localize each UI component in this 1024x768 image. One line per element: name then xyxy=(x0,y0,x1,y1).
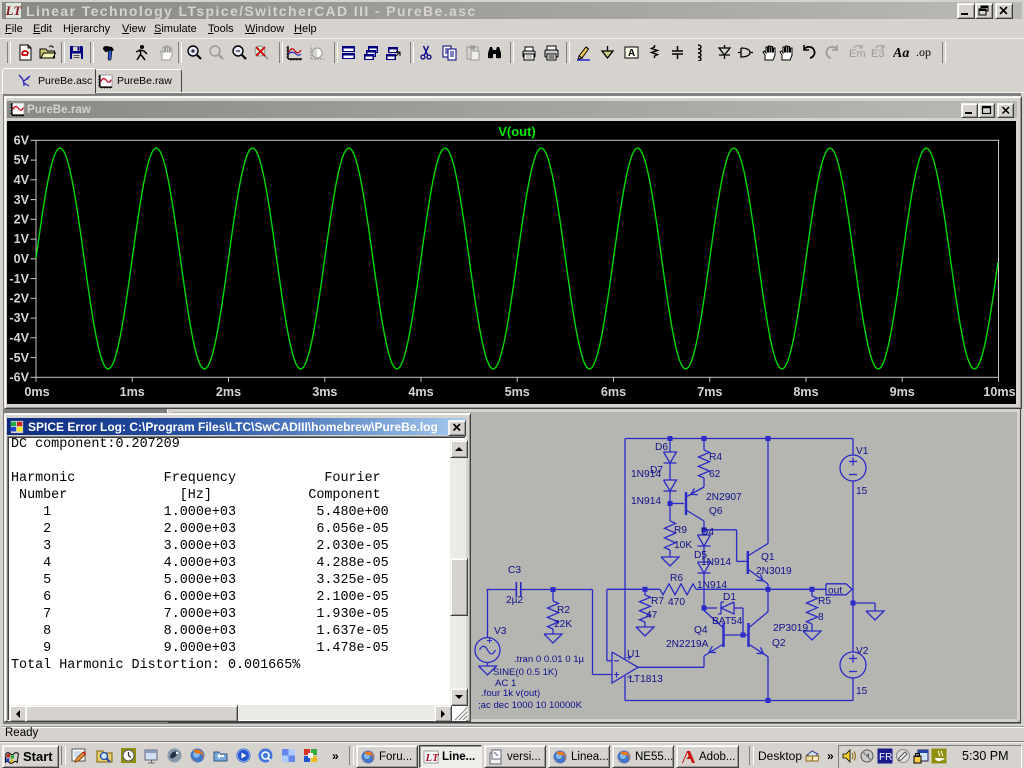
svg-text:R7: R7 xyxy=(651,596,664,607)
svg-text:SINE(0 0.5 1K): SINE(0 0.5 1K) xyxy=(493,667,558,678)
svg-text:-4V: -4V xyxy=(9,331,29,345)
svg-text:Q6: Q6 xyxy=(709,506,723,517)
svg-text:R5: R5 xyxy=(818,596,831,607)
svg-text:LT: LT xyxy=(425,752,440,764)
svg-text:10ms: 10ms xyxy=(983,385,1015,399)
svg-text:2ms: 2ms xyxy=(216,385,241,399)
svg-text:7ms: 7ms xyxy=(697,385,722,399)
svg-text:D4: D4 xyxy=(701,527,714,538)
svg-text:2µ2: 2µ2 xyxy=(506,595,524,606)
svg-text:1N914: 1N914 xyxy=(697,580,727,591)
svg-text:1N914: 1N914 xyxy=(631,496,661,507)
svg-text:4V: 4V xyxy=(14,173,30,187)
svg-text:V3: V3 xyxy=(494,626,507,637)
svg-text:R6: R6 xyxy=(670,573,683,584)
svg-text:Q4: Q4 xyxy=(694,625,708,636)
svg-text:6V: 6V xyxy=(14,134,30,148)
svg-text:5V: 5V xyxy=(14,153,30,167)
svg-text:D7: D7 xyxy=(650,465,663,476)
svg-text:.four 1k v(out): .four 1k v(out) xyxy=(481,688,540,699)
svg-text:6ms: 6ms xyxy=(601,385,626,399)
svg-text:2N3019: 2N3019 xyxy=(756,566,792,577)
svg-text:9ms: 9ms xyxy=(890,385,915,399)
svg-text:47: 47 xyxy=(646,610,658,621)
svg-text:-6V: -6V xyxy=(9,371,29,385)
svg-text:LT1813: LT1813 xyxy=(629,674,663,685)
svg-text:10K: 10K xyxy=(674,540,692,551)
svg-text:2V: 2V xyxy=(14,213,30,227)
svg-text:-2V: -2V xyxy=(9,292,29,306)
svg-text:2N2219A: 2N2219A xyxy=(666,639,709,650)
svg-text:62: 62 xyxy=(709,469,721,480)
svg-text:8: 8 xyxy=(818,612,824,623)
svg-text:D1: D1 xyxy=(723,592,736,603)
svg-text:3ms: 3ms xyxy=(312,385,337,399)
svg-text:Em: Em xyxy=(849,48,865,60)
svg-text:22K: 22K xyxy=(554,619,572,630)
svg-text:1V: 1V xyxy=(14,232,30,246)
svg-text:.op: .op xyxy=(916,45,931,59)
svg-text:0V: 0V xyxy=(14,252,30,266)
svg-text:V2: V2 xyxy=(856,646,869,657)
svg-text:D6: D6 xyxy=(655,442,668,453)
svg-text:-3V: -3V xyxy=(9,311,29,325)
svg-text:8ms: 8ms xyxy=(793,385,818,399)
svg-text:5ms: 5ms xyxy=(505,385,530,399)
svg-text:15: 15 xyxy=(856,686,868,697)
svg-text:A: A xyxy=(628,48,635,59)
svg-text:Aa: Aa xyxy=(893,46,909,61)
svg-text:V(out): V(out) xyxy=(498,124,536,139)
svg-text:FR: FR xyxy=(879,752,892,763)
svg-text:Q2: Q2 xyxy=(772,638,786,649)
svg-text:1N914: 1N914 xyxy=(701,557,731,568)
svg-text:15: 15 xyxy=(856,486,868,497)
svg-text:R2: R2 xyxy=(557,605,570,616)
svg-text:2P3019: 2P3019 xyxy=(773,623,808,634)
svg-text:.tran 0 0.01 0 1µ: .tran 0 0.01 0 1µ xyxy=(514,654,585,665)
svg-text:E3: E3 xyxy=(871,48,884,60)
svg-text:out: out xyxy=(828,585,842,596)
svg-text:C3: C3 xyxy=(508,565,521,576)
svg-text:1ms: 1ms xyxy=(120,385,145,399)
svg-text:-5V: -5V xyxy=(9,351,29,365)
svg-text:4ms: 4ms xyxy=(408,385,433,399)
svg-text:470: 470 xyxy=(668,597,685,608)
svg-text:R4: R4 xyxy=(709,452,722,463)
svg-text:3V: 3V xyxy=(14,193,30,207)
svg-text:0ms: 0ms xyxy=(24,385,49,399)
svg-text:BAT54: BAT54 xyxy=(712,616,743,627)
svg-text:-1V: -1V xyxy=(9,272,29,286)
svg-text:Q1: Q1 xyxy=(761,552,775,563)
svg-text:V1: V1 xyxy=(856,446,869,457)
svg-text:;ac dec 1000 10 10000K: ;ac dec 1000 10 10000K xyxy=(478,700,583,711)
svg-text:2N2907: 2N2907 xyxy=(706,492,742,503)
svg-text:U1: U1 xyxy=(627,649,640,660)
svg-text:R9: R9 xyxy=(674,525,687,536)
